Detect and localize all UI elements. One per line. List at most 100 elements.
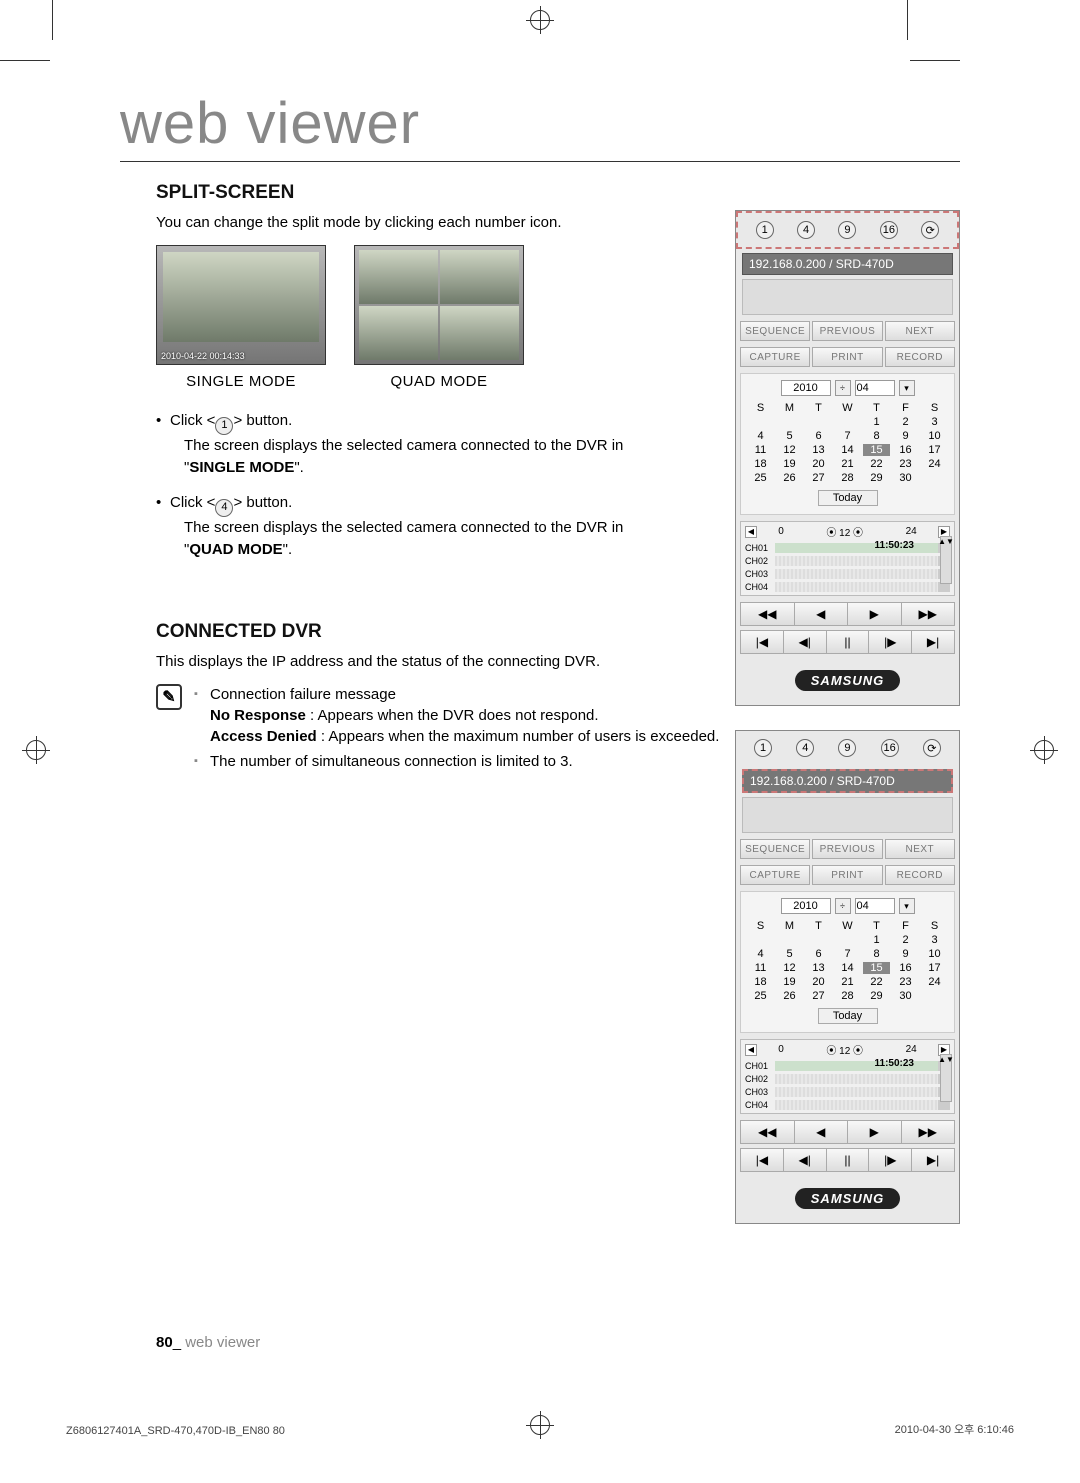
sequence-button[interactable]: SEQUENCE <box>740 839 810 859</box>
timeline-scrollbar[interactable]: ▲▼ <box>940 536 952 584</box>
cal-day[interactable] <box>834 416 861 428</box>
timeline-prev-icon[interactable]: ◀ <box>745 526 757 538</box>
cal-day[interactable]: 21 <box>834 458 861 470</box>
cal-day[interactable]: 20 <box>805 458 832 470</box>
transport-button[interactable]: || <box>827 631 870 653</box>
timeline-bar[interactable] <box>775 1087 950 1097</box>
cal-day[interactable]: 25 <box>747 472 774 484</box>
cal-day[interactable]: 19 <box>776 976 803 988</box>
cal-day[interactable]: 17 <box>921 962 948 974</box>
cal-day[interactable]: 25 <box>747 990 774 1002</box>
transport-button[interactable]: |◀ <box>741 631 784 653</box>
cal-day[interactable]: 29 <box>863 990 890 1002</box>
cal-day[interactable]: 8 <box>863 948 890 960</box>
month-dropdown-icon[interactable]: ▾ <box>899 380 915 396</box>
timeline-prev-icon[interactable]: ◀ <box>745 1044 757 1056</box>
cal-day[interactable]: 1 <box>863 416 890 428</box>
transport-button[interactable]: ◀ <box>795 603 849 625</box>
cal-day[interactable]: 7 <box>834 948 861 960</box>
calendar-year[interactable]: 2010 <box>781 380 831 396</box>
split-mode-button-4[interactable]: 4 <box>796 739 814 757</box>
calendar-month[interactable]: 04 <box>855 898 895 914</box>
cal-day[interactable]: 27 <box>805 472 832 484</box>
transport-button[interactable]: ▶ <box>848 603 902 625</box>
split-mode-button-16[interactable]: 16 <box>881 739 899 757</box>
year-spinner-icon[interactable]: ÷ <box>835 380 851 396</box>
cal-day[interactable]: 21 <box>834 976 861 988</box>
cal-day[interactable]: 5 <box>776 430 803 442</box>
cal-day[interactable]: 22 <box>863 458 890 470</box>
cal-day[interactable]: 15 <box>863 962 890 974</box>
cal-day[interactable]: 11 <box>747 444 774 456</box>
cal-day[interactable]: 24 <box>921 976 948 988</box>
transport-button[interactable]: ▶▶ <box>902 603 955 625</box>
cal-day[interactable] <box>747 934 774 946</box>
cal-day[interactable]: 28 <box>834 990 861 1002</box>
previous-button[interactable]: PREVIOUS <box>812 839 882 859</box>
timeline-bar[interactable] <box>775 569 950 579</box>
cal-day[interactable]: 18 <box>747 976 774 988</box>
cal-day[interactable]: 19 <box>776 458 803 470</box>
cal-day[interactable]: 30 <box>892 990 919 1002</box>
today-button[interactable]: Today <box>818 1008 878 1024</box>
cal-day[interactable] <box>747 416 774 428</box>
capture-button[interactable]: CAPTURE <box>740 347 810 367</box>
transport-button[interactable]: ◀| <box>784 631 827 653</box>
transport-button[interactable]: ▶| <box>912 631 954 653</box>
refresh-icon[interactable]: ⟳ <box>921 221 939 239</box>
cal-day[interactable] <box>834 934 861 946</box>
cal-day[interactable] <box>921 990 948 1002</box>
cal-day[interactable]: 3 <box>921 416 948 428</box>
cal-day[interactable]: 6 <box>805 430 832 442</box>
cal-day[interactable]: 3 <box>921 934 948 946</box>
cal-day[interactable]: 9 <box>892 430 919 442</box>
timeline-bar[interactable] <box>775 543 950 553</box>
cal-day[interactable]: 26 <box>776 990 803 1002</box>
cal-day[interactable]: 24 <box>921 458 948 470</box>
cal-day[interactable]: 14 <box>834 962 861 974</box>
cal-day[interactable]: 28 <box>834 472 861 484</box>
cal-day[interactable]: 6 <box>805 948 832 960</box>
cal-day[interactable] <box>805 934 832 946</box>
cal-day[interactable]: 5 <box>776 948 803 960</box>
timeline-bar[interactable] <box>775 1100 950 1110</box>
cal-day[interactable] <box>776 416 803 428</box>
cal-day[interactable]: 14 <box>834 444 861 456</box>
cal-day[interactable]: 16 <box>892 444 919 456</box>
cal-day[interactable]: 17 <box>921 444 948 456</box>
transport-button[interactable]: |◀ <box>741 1149 784 1171</box>
split-mode-button-9[interactable]: 9 <box>838 221 856 239</box>
cal-day[interactable]: 7 <box>834 430 861 442</box>
transport-button[interactable]: ▶ <box>848 1121 902 1143</box>
cal-day[interactable]: 4 <box>747 948 774 960</box>
transport-button[interactable]: |▶ <box>869 631 912 653</box>
calendar-month[interactable]: 04 <box>855 380 895 396</box>
cal-day[interactable]: 18 <box>747 458 774 470</box>
cal-day[interactable]: 8 <box>863 430 890 442</box>
transport-button[interactable]: ◀ <box>795 1121 849 1143</box>
transport-button[interactable]: || <box>827 1149 870 1171</box>
cal-day[interactable]: 16 <box>892 962 919 974</box>
cal-day[interactable]: 23 <box>892 976 919 988</box>
cal-day[interactable]: 30 <box>892 472 919 484</box>
split-mode-button-16[interactable]: 16 <box>880 221 898 239</box>
next-button[interactable]: NEXT <box>885 839 955 859</box>
calendar-year[interactable]: 2010 <box>781 898 831 914</box>
transport-button[interactable]: ▶| <box>912 1149 954 1171</box>
cal-day[interactable]: 23 <box>892 458 919 470</box>
cal-day[interactable]: 1 <box>863 934 890 946</box>
transport-button[interactable]: ◀◀ <box>741 603 795 625</box>
sequence-button[interactable]: SEQUENCE <box>740 321 810 341</box>
cal-day[interactable]: 11 <box>747 962 774 974</box>
print-button[interactable]: PRINT <box>812 347 882 367</box>
timeline-bar[interactable] <box>775 1074 950 1084</box>
cal-day[interactable]: 10 <box>921 430 948 442</box>
record-button[interactable]: RECORD <box>885 865 955 885</box>
split-mode-button-9[interactable]: 9 <box>838 739 856 757</box>
transport-button[interactable]: |▶ <box>869 1149 912 1171</box>
transport-button[interactable]: ▶▶ <box>902 1121 955 1143</box>
cal-day[interactable]: 2 <box>892 416 919 428</box>
split-mode-button-1[interactable]: 1 <box>756 221 774 239</box>
cal-day[interactable]: 10 <box>921 948 948 960</box>
refresh-icon[interactable]: ⟳ <box>923 739 941 757</box>
